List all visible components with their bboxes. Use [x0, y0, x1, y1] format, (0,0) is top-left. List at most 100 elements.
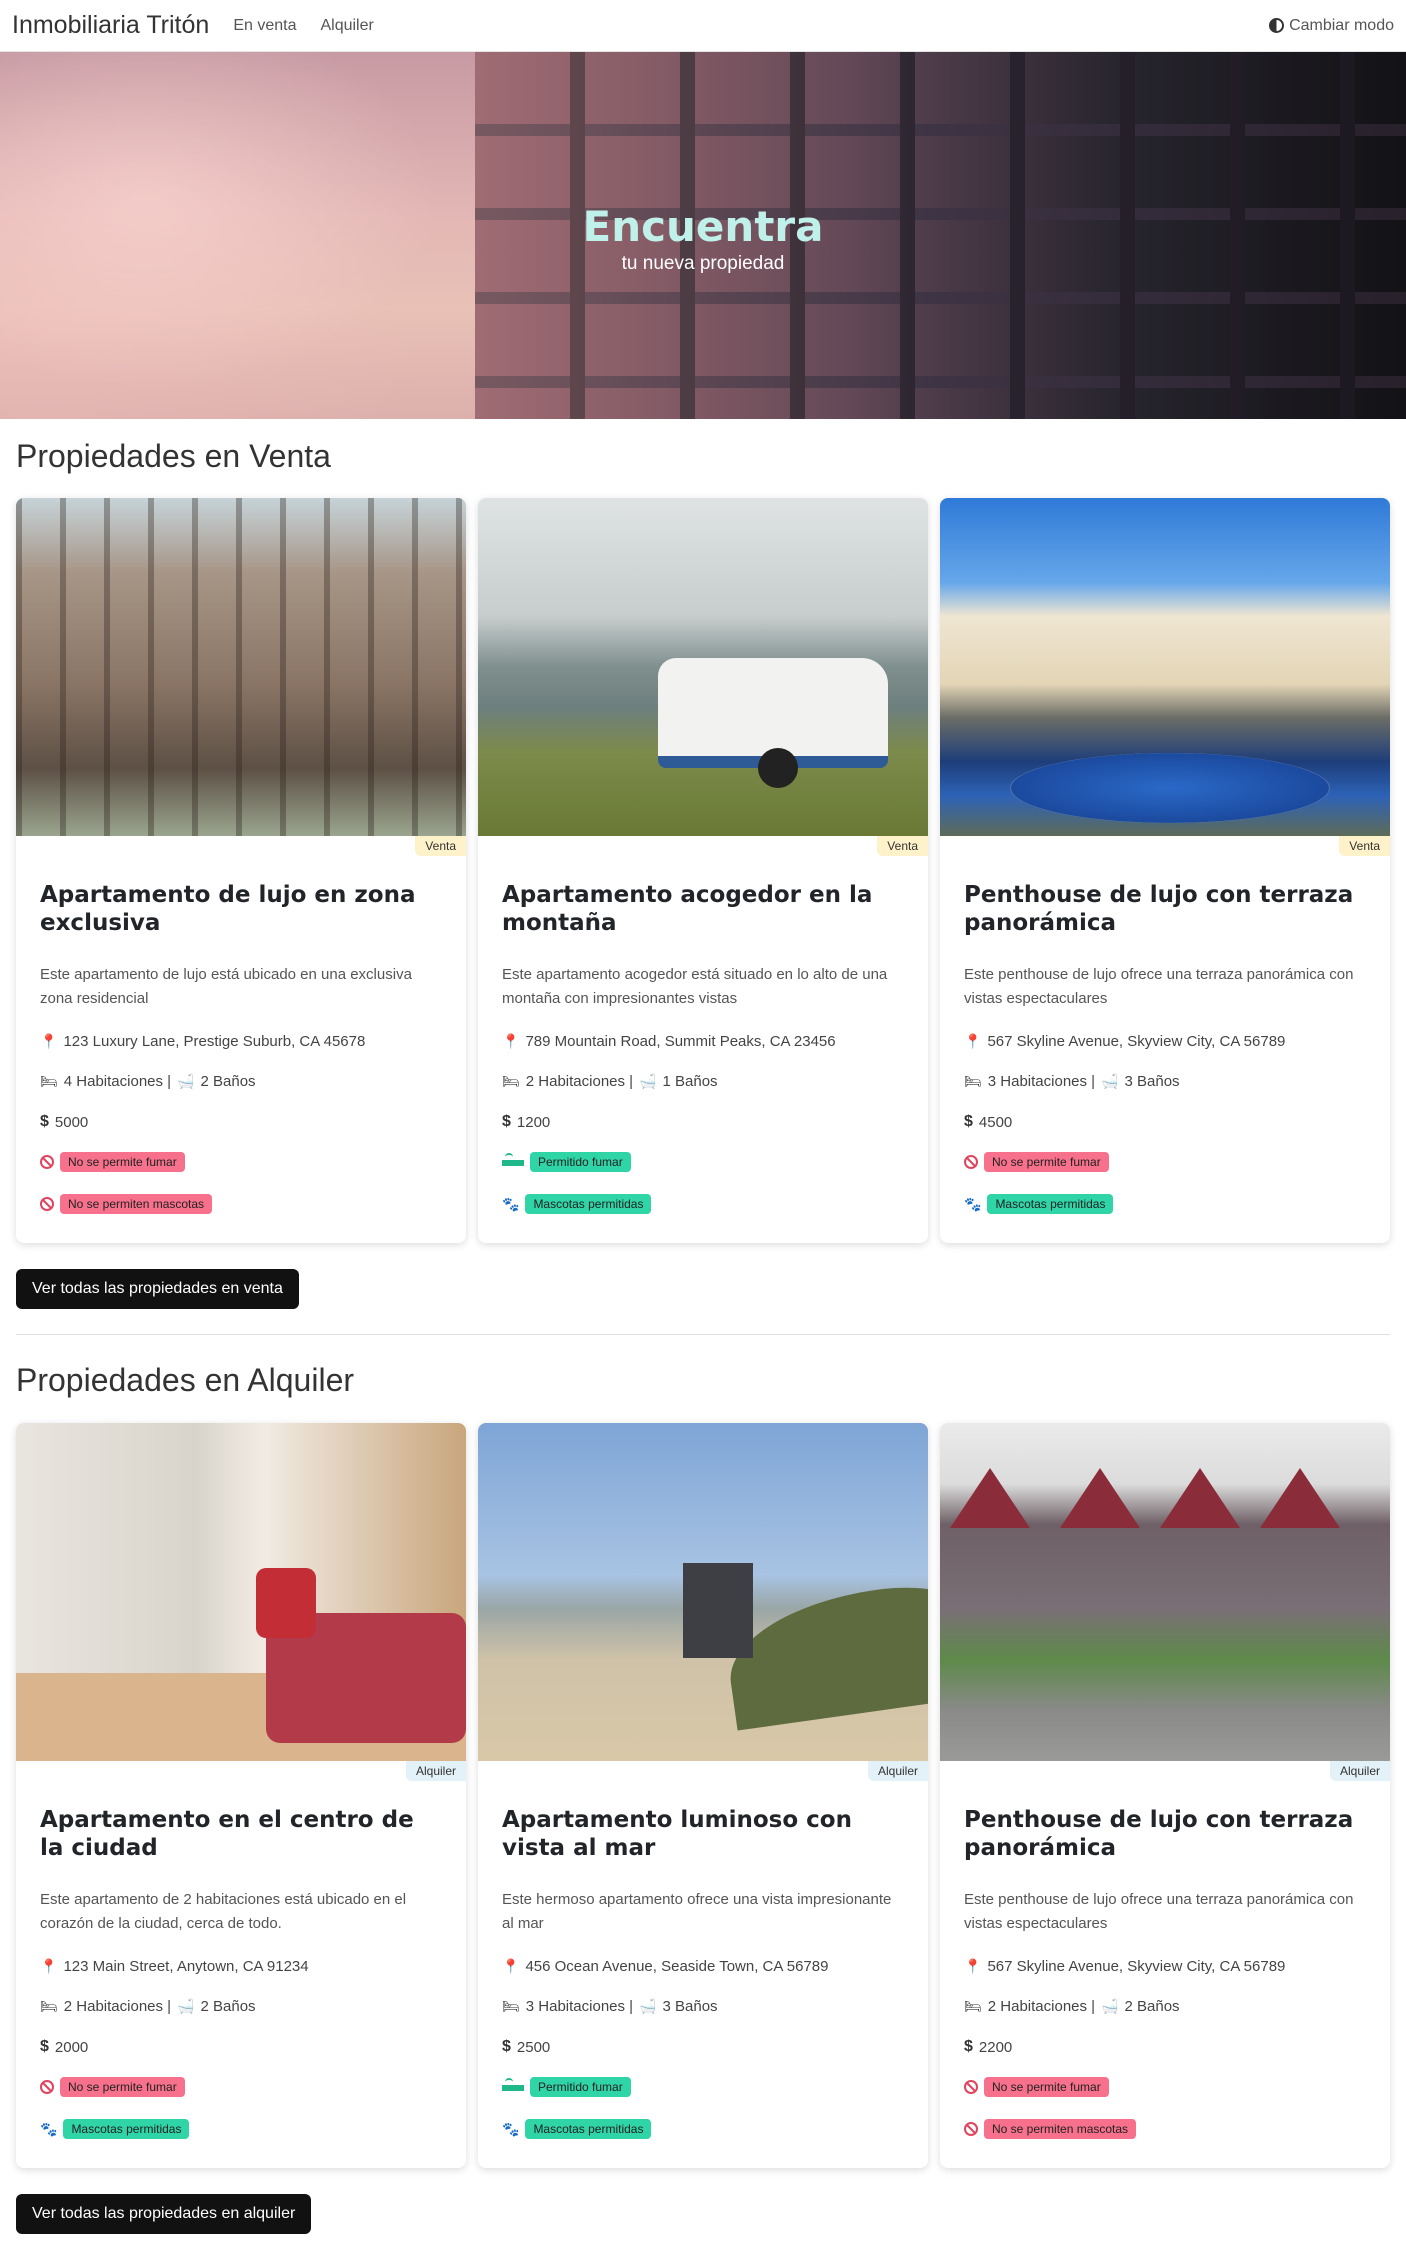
baths-text: 3 Baños	[662, 1998, 718, 2015]
bath-icon: 🛁	[639, 1998, 657, 2014]
property-description: Este apartamento acogedor está situado e…	[502, 966, 888, 1007]
bed-icon: 🛏	[40, 1998, 58, 2014]
tower-shape	[683, 1563, 753, 1658]
property-address: 📍 123 Main Street, Anytown, CA 91234	[40, 1958, 309, 1975]
property-description: Este apartamento de lujo está ubicado en…	[40, 966, 412, 1007]
pets-policy: 🐾 Mascotas permitidas	[502, 2119, 652, 2139]
pets-policy: No se permiten mascotas	[40, 1194, 213, 1214]
map-pin-icon: 📍	[964, 1958, 982, 1974]
property-card[interactable]: Venta Apartamento acogedor en la montaña E…	[478, 498, 928, 1243]
price-text: 2000	[54, 2038, 89, 2056]
property-title[interactable]: Apartamento acogedor en la montaña	[502, 881, 902, 937]
dollar-icon: $	[40, 2038, 49, 2055]
property-image[interactable]	[478, 1423, 928, 1761]
property-address: 📍 123 Luxury Lane, Prestige Suburb, CA 45…	[40, 1033, 365, 1050]
property-card[interactable]: Alquiler Apartamento luminoso con vista a…	[478, 1423, 928, 2168]
rooms-text: 4 Habitaciones |	[63, 1073, 172, 1090]
listing-type-badge: Venta	[415, 836, 466, 856]
smoking-policy: Permitido fumar	[502, 1152, 631, 1172]
address-text: 123 Main Street, Anytown, CA 91234	[63, 1958, 309, 1975]
bed-icon: 🛏	[40, 1073, 58, 1089]
property-card[interactable]: Alquiler Penthouse de lujo con terraza pa…	[940, 1423, 1390, 2168]
address-text: 123 Luxury Lane, Prestige Suburb, CA 456…	[63, 1033, 366, 1050]
property-title[interactable]: Apartamento de lujo en zona exclusiva	[40, 881, 440, 937]
property-rooms: 🛏 3 Habitaciones | 🛁 3 Baños	[964, 1073, 1180, 1090]
property-rooms: 🛏 2 Habitaciones | 🛁 1 Baños	[502, 1073, 718, 1090]
property-description: Este apartamento de 2 habitaciones está …	[40, 1891, 407, 1932]
property-image[interactable]	[940, 498, 1390, 836]
property-image[interactable]	[478, 498, 928, 836]
roof-shape	[1060, 1468, 1140, 1528]
property-address: 📍 567 Skyline Avenue, Skyview City, CA 56…	[964, 1958, 1285, 1975]
pets-policy: 🐾 Mascotas permitidas	[40, 2119, 190, 2139]
property-price: $2000	[40, 2038, 88, 2056]
property-title[interactable]: Apartamento luminoso con vista al mar	[502, 1806, 902, 1862]
bath-icon: 🛁	[177, 1073, 195, 1089]
property-address: 📍 789 Mountain Road, Summit Peaks, CA 234…	[502, 1033, 836, 1050]
no-pets-icon	[964, 2122, 978, 2136]
view-all-rent-button[interactable]: Ver todas las propiedades en alquiler	[16, 2194, 312, 2234]
pool-shape	[1010, 753, 1330, 823]
smoking-policy: Permitido fumar	[502, 2077, 631, 2097]
property-image[interactable]	[940, 1423, 1390, 1761]
map-pin-icon: 📍	[40, 1033, 58, 1049]
navbar: Inmobiliaria Tritón En venta Alquiler Ca…	[0, 0, 1406, 52]
rooms-text: 2 Habitaciones |	[987, 1998, 1096, 2015]
rooms-text: 3 Habitaciones |	[525, 1998, 634, 2015]
property-card[interactable]: Venta Penthouse de lujo con terraza panor…	[940, 498, 1390, 1243]
hero-title: Encuentra	[582, 202, 824, 251]
bath-icon: 🛁	[177, 1998, 195, 2014]
property-image[interactable]	[16, 498, 466, 836]
theme-toggle-button[interactable]: Cambiar modo	[1269, 17, 1394, 35]
price-text: 1200	[516, 1113, 551, 1131]
baths-text: 1 Baños	[662, 1073, 718, 1090]
price-text: 5000	[54, 1113, 89, 1131]
map-pin-icon: 📍	[40, 1958, 58, 1974]
rent-section-title: Propiedades en Alquiler	[16, 1362, 355, 1398]
nav-link-alquiler[interactable]: Alquiler	[320, 17, 373, 35]
property-title[interactable]: Apartamento en el centro de la ciudad	[40, 1806, 440, 1862]
property-description: Este penthouse de lujo ofrece una terraz…	[964, 966, 1354, 1007]
map-pin-icon: 📍	[502, 1958, 520, 1974]
baths-text: 2 Baños	[200, 1998, 256, 2015]
bath-icon: 🛁	[1101, 1073, 1119, 1089]
property-title[interactable]: Penthouse de lujo con terraza panorámica	[964, 1806, 1364, 1862]
smoking-icon	[502, 1153, 524, 1167]
property-address: 📍 456 Ocean Avenue, Seaside Town, CA 5678…	[502, 1958, 828, 1975]
pets-badge: Mascotas permitidas	[987, 1194, 1114, 1214]
nav-link-venta[interactable]: En venta	[233, 17, 296, 35]
property-image[interactable]	[16, 1423, 466, 1761]
price-text: 2200	[978, 2038, 1013, 2056]
smoking-policy: No se permite fumar	[964, 2077, 1109, 2097]
property-price: $4500	[964, 1113, 1012, 1131]
pets-badge: Mascotas permitidas	[525, 2119, 652, 2139]
section-divider	[16, 1334, 1390, 1335]
listing-type-badge: Alquiler	[1329, 1761, 1390, 1781]
bed-icon: 🛏	[964, 1073, 982, 1089]
pets-badge: Mascotas permitidas	[525, 1194, 652, 1214]
view-all-sale-button[interactable]: Ver todas las propiedades en venta	[16, 1269, 299, 1309]
paw-icon: 🐾	[502, 2120, 520, 2137]
property-rooms: 🛏 2 Habitaciones | 🛁 2 Baños	[964, 1998, 1180, 2015]
theme-toggle-label: Cambiar modo	[1289, 16, 1394, 34]
smoking-badge: No se permite fumar	[60, 2077, 185, 2097]
property-rooms: 🛏 2 Habitaciones | 🛁 2 Baños	[40, 1998, 256, 2015]
property-title[interactable]: Penthouse de lujo con terraza panorámica	[964, 881, 1364, 937]
property-card[interactable]: Venta Apartamento de lujo en zona exclusi…	[16, 498, 466, 1243]
rooms-text: 3 Habitaciones |	[987, 1073, 1096, 1090]
listing-type-badge: Venta	[1339, 836, 1390, 856]
smoking-badge: No se permite fumar	[984, 2077, 1109, 2097]
pets-badge: No se permiten mascotas	[984, 2119, 1137, 2139]
map-pin-icon: 📍	[502, 1033, 520, 1049]
paw-icon: 🐾	[40, 2120, 58, 2137]
paw-icon: 🐾	[964, 1195, 982, 1212]
property-card[interactable]: Alquiler Apartamento en el centro de la c…	[16, 1423, 466, 2168]
address-text: 567 Skyline Avenue, Skyview City, CA 567…	[987, 1958, 1286, 1975]
pets-policy: 🐾 Mascotas permitidas	[964, 1194, 1114, 1214]
bed-icon: 🛏	[964, 1998, 982, 2014]
roof-shape	[1260, 1468, 1340, 1528]
address-text: 567 Skyline Avenue, Skyview City, CA 567…	[987, 1033, 1286, 1050]
brand-logo[interactable]: Inmobiliaria Tritón	[12, 11, 209, 40]
hero-banner: Encuentra tu nueva propiedad	[0, 52, 1406, 419]
no-smoking-icon	[964, 1155, 978, 1169]
